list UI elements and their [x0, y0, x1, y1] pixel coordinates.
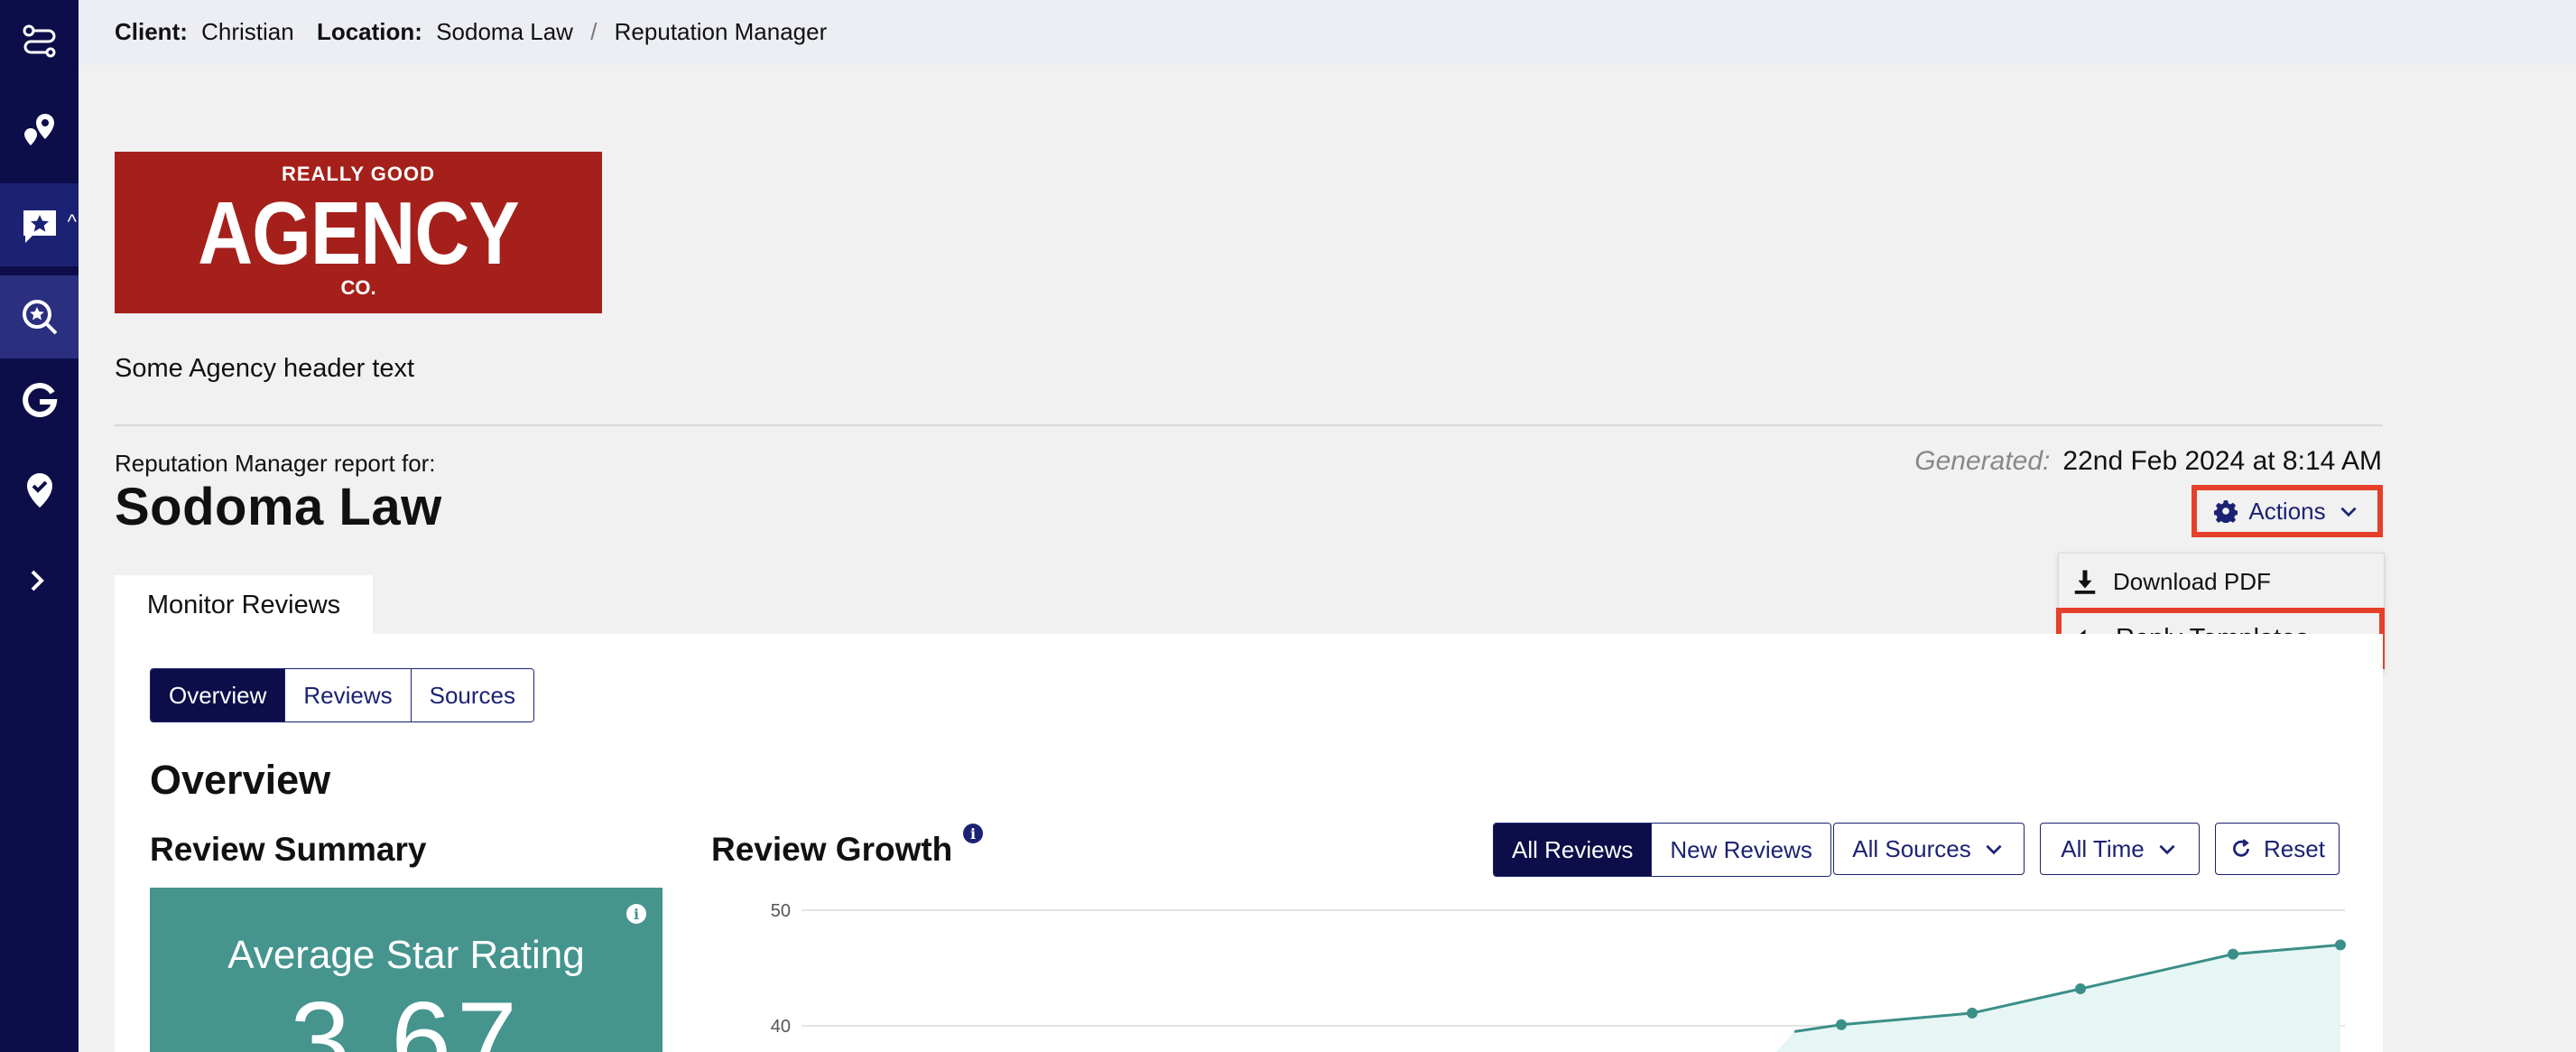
client-value[interactable]: Christian	[201, 18, 294, 45]
sidebar-item-map-pin[interactable]	[0, 449, 79, 532]
subtab-sources[interactable]: Sources	[411, 669, 533, 722]
download-icon	[2074, 570, 2096, 594]
subtab-overview[interactable]: Overview	[151, 669, 286, 722]
data-point[interactable]	[1967, 1007, 1978, 1019]
chevron-up-icon: ^	[67, 210, 77, 233]
chevron-right-icon	[31, 570, 44, 591]
data-point[interactable]	[1836, 1019, 1847, 1030]
sidebar-expand[interactable]	[0, 539, 79, 622]
reset-label: Reset	[2264, 834, 2325, 862]
generated-label: Generated:	[1914, 446, 2051, 476]
agency-logo: REALLY GOOD AGENCY CO.	[115, 152, 602, 313]
reset-button[interactable]: Reset	[2215, 823, 2340, 875]
generated-value: 22nd Feb 2024 at 8:14 AM	[2062, 446, 2382, 476]
review-growth-heading: Review Growth	[711, 831, 953, 868]
data-point[interactable]	[2228, 948, 2238, 960]
generated-timestamp: Generated: 22nd Feb 2024 at 8:14 AM	[1914, 446, 2382, 477]
data-point[interactable]	[2335, 939, 2346, 951]
review-type-switch: All Reviews New Reviews	[1493, 823, 1831, 877]
all-sources-label: All Sources	[1852, 834, 1971, 862]
star-review-icon	[23, 210, 56, 243]
google-icon	[22, 382, 57, 417]
info-icon[interactable]: i	[626, 904, 646, 924]
logo-line2: AGENCY	[198, 183, 519, 283]
data-point[interactable]	[2075, 983, 2086, 995]
chevron-down-icon	[2159, 844, 2175, 855]
sidebar-item-routes[interactable]	[0, 0, 79, 83]
route-icon	[23, 24, 55, 58]
card-title: Average Star Rating	[227, 933, 585, 977]
breadcrumb-separator: /	[590, 18, 598, 45]
actions-label: Actions	[2248, 497, 2326, 525]
tab-monitor-reviews[interactable]: Monitor Reviews	[115, 575, 373, 635]
location-value[interactable]: Sodoma Law	[436, 18, 573, 45]
actions-button[interactable]: Actions	[2191, 485, 2383, 537]
y-tick-label: 50	[771, 901, 791, 921]
divider	[115, 424, 2383, 426]
locations-pin-icon	[23, 114, 54, 145]
menu-item-label: Download PDF	[2113, 567, 2271, 595]
page-title: Sodoma Law	[115, 478, 442, 536]
gear-icon	[2214, 500, 2238, 523]
view-switch: Overview Reviews Sources	[150, 668, 534, 722]
all-time-dropdown[interactable]: All Time	[2040, 823, 2200, 875]
agency-header-text: Some Agency header text	[115, 354, 415, 383]
subtab-reviews[interactable]: Reviews	[285, 669, 412, 722]
overview-heading: Overview	[150, 757, 331, 803]
report-for-label: Reputation Manager report for:	[115, 450, 436, 477]
chevron-down-icon	[1986, 844, 2002, 855]
info-icon[interactable]: i	[963, 824, 983, 843]
filter-new-reviews[interactable]: New Reviews	[1652, 824, 1830, 876]
sidebar-item-google[interactable]	[0, 358, 79, 442]
reset-icon	[2233, 839, 2249, 857]
all-time-label: All Time	[2061, 834, 2145, 862]
sidebar-item-reputation[interactable]	[0, 275, 79, 358]
review-growth-chart: 50 40	[771, 901, 2346, 1052]
chevron-down-icon	[2340, 507, 2357, 517]
sidebar-item-reviews[interactable]: ^	[0, 183, 79, 266]
sidebar-item-locations[interactable]	[0, 88, 79, 172]
all-sources-dropdown[interactable]: All Sources	[1833, 823, 2025, 875]
y-tick-label: 40	[771, 1017, 791, 1037]
sidebar-nav: ^	[0, 0, 79, 1052]
client-label: Client:	[115, 18, 188, 45]
review-summary-heading: Review Summary	[150, 831, 427, 868]
location-label: Location:	[316, 18, 422, 45]
logo-line3: CO.	[340, 276, 376, 299]
map-pin-check-icon	[26, 473, 52, 507]
breadcrumb-current: Reputation Manager	[614, 18, 828, 45]
filter-all-reviews[interactable]: All Reviews	[1494, 824, 1653, 876]
search-star-icon	[22, 300, 57, 335]
card-value: 3.67	[290, 980, 523, 1052]
average-star-rating-card: i Average Star Rating 3.67	[150, 888, 663, 1052]
breadcrumb: Client: Christian Location: Sodoma Law /…	[115, 18, 827, 46]
menu-item-download-pdf[interactable]: Download PDF	[2059, 563, 2384, 600]
series-area	[1776, 945, 2340, 1052]
